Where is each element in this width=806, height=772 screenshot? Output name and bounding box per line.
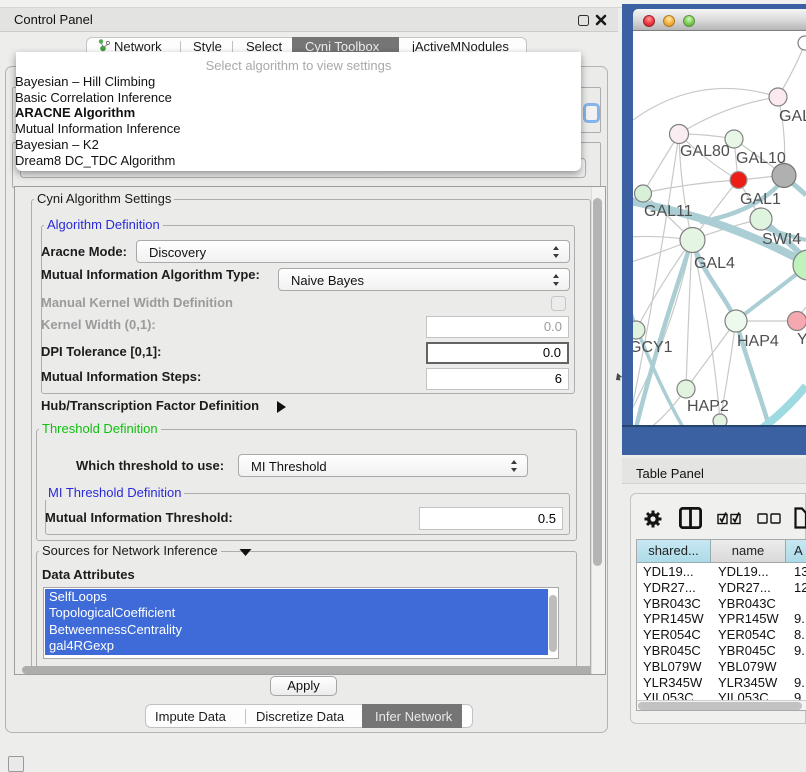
svg-text:Y: Y — [797, 331, 806, 348]
svg-text:GAL80: GAL80 — [680, 143, 730, 160]
svg-text:GAL4: GAL4 — [694, 255, 735, 272]
svg-text:GAL10: GAL10 — [736, 150, 786, 167]
svg-text:GAL7: GAL7 — [779, 108, 806, 125]
svg-text:GAL11: GAL11 — [644, 203, 693, 220]
svg-text:HAP4: HAP4 — [737, 333, 779, 350]
svg-text:SWI4: SWI4 — [762, 231, 801, 248]
svg-text:HAP2: HAP2 — [687, 398, 729, 415]
svg-text:GAL1: GAL1 — [740, 191, 781, 208]
svg-text:GCY1: GCY1 — [633, 339, 673, 356]
